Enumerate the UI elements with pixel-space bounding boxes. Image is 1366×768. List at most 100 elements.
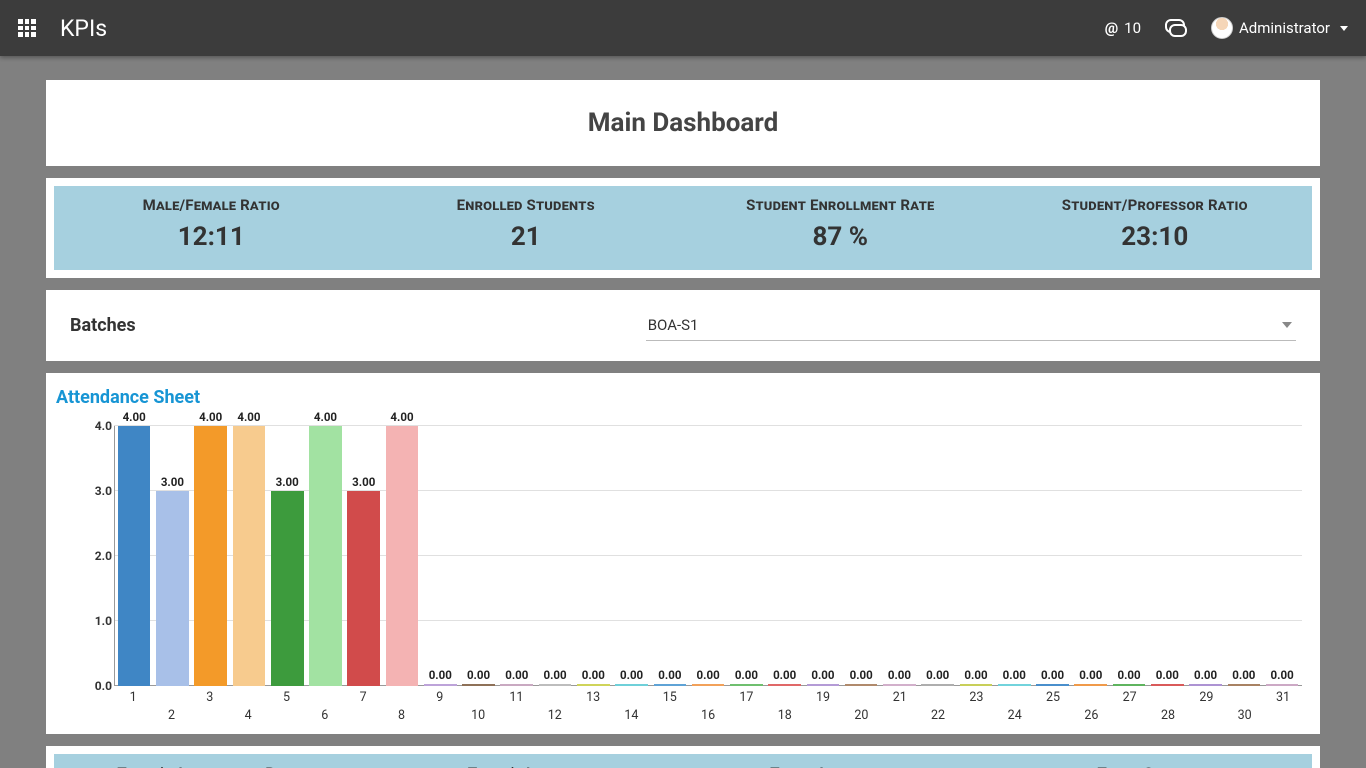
bar-slot: 0.00: [843, 668, 879, 686]
bar-value-label: 0.00: [773, 668, 796, 682]
kpi-label: Total Students: [1006, 764, 1305, 768]
batches-selected-value: BOA-S1: [648, 316, 699, 334]
bar: [194, 426, 227, 686]
bar-slot: 0.00: [1073, 668, 1109, 686]
x-tick: 11: [497, 686, 535, 726]
bar-value-label: 0.00: [620, 668, 643, 682]
bar-value-label: 0.00: [850, 668, 873, 682]
avatar: [1211, 17, 1233, 39]
bar-value-label: 4.00: [390, 410, 413, 424]
at-icon: @: [1105, 19, 1118, 37]
bar: [386, 426, 419, 686]
bar-value-label: 0.00: [926, 668, 949, 682]
bar-slot: 0.00: [958, 668, 994, 686]
bar-value-label: 3.00: [352, 475, 375, 489]
bar-value-label: 3.00: [276, 475, 299, 489]
x-tick: 29: [1187, 686, 1225, 726]
bar-slot: 0.00: [920, 668, 956, 686]
kpi-enrolled-students: Enrolled Students 21: [369, 186, 684, 270]
discuss-button[interactable]: [1165, 19, 1187, 37]
bar-slot: 3.00: [269, 475, 305, 686]
x-tick: 22: [919, 686, 957, 726]
bar-slot: 0.00: [1264, 668, 1300, 686]
bar-value-label: 0.00: [429, 668, 452, 682]
bar-value-label: 0.00: [888, 668, 911, 682]
y-tick: 1.0: [95, 614, 112, 628]
y-tick: 2.0: [95, 549, 112, 563]
user-name: Administrator: [1239, 19, 1330, 37]
kpi-student-professor-ratio: Student/Professor Ratio 23:10: [998, 186, 1313, 270]
batches-panel: Batches BOA-S1: [46, 290, 1320, 361]
x-tick: 12: [536, 686, 574, 726]
bar-value-label: 0.00: [1232, 668, 1255, 682]
bar-value-label: 0.00: [1003, 668, 1026, 682]
y-tick: 0.0: [95, 679, 112, 693]
bar-value-label: 4.00: [237, 410, 260, 424]
bar-value-label: 0.00: [467, 668, 490, 682]
bar-slot: 0.00: [575, 668, 611, 686]
kpi-label: Today's Attendance Ratio: [62, 764, 361, 768]
bar-slot: 0.00: [460, 668, 496, 686]
kpi-total-assignments: Total Assignments 2: [683, 754, 998, 768]
x-tick: 16: [689, 686, 727, 726]
user-menu[interactable]: Administrator: [1211, 17, 1348, 39]
topbar: KPIs @ 10 Administrator: [0, 0, 1366, 56]
kpi-value: 21: [377, 222, 676, 252]
bar-value-label: 0.00: [1041, 668, 1064, 682]
bar: [233, 426, 266, 686]
bar-slot: 0.00: [1187, 668, 1223, 686]
bar: [347, 491, 380, 686]
bar-slot: 0.00: [422, 668, 458, 686]
batches-select[interactable]: BOA-S1: [646, 310, 1296, 341]
bar-slot: 0.00: [690, 668, 726, 686]
bar-value-label: 0.00: [658, 668, 681, 682]
bar-value-label: 4.00: [199, 410, 222, 424]
bar-slot: 0.00: [1111, 668, 1147, 686]
kpi-today-attendance-ratio: Today's Attendance Ratio 0:0: [54, 754, 369, 768]
y-tick: 4.0: [95, 419, 112, 433]
bar-slot: 0.00: [613, 668, 649, 686]
bar-value-label: 0.00: [1194, 668, 1217, 682]
bar-slot: 4.00: [193, 410, 229, 686]
bar-slot: 0.00: [805, 668, 841, 686]
x-tick: 26: [1072, 686, 1110, 726]
attendance-chart: 0.01.02.03.04.0 4.003.004.004.003.004.00…: [114, 426, 1302, 686]
bar-slot: 0.00: [499, 668, 535, 686]
bar: [309, 426, 342, 686]
bar-slot: 0.00: [881, 668, 917, 686]
bar: [271, 491, 304, 686]
x-tick: 15: [651, 686, 689, 726]
bar-value-label: 0.00: [505, 668, 528, 682]
chevron-down-icon: [1282, 322, 1292, 328]
attendance-chart-panel: Attendance Sheet 0.01.02.03.04.0 4.003.0…: [46, 373, 1320, 734]
main-scroll-area[interactable]: Main Dashboard Male/Female Ratio 12:11 E…: [0, 56, 1366, 768]
chevron-down-icon: [1340, 26, 1348, 31]
x-tick: 2: [152, 686, 190, 726]
mentions-indicator[interactable]: @ 10: [1105, 19, 1141, 37]
bar-slot: 0.00: [652, 668, 688, 686]
bar-value-label: 0.00: [543, 668, 566, 682]
kpi-total-students: Total Students 5: [998, 754, 1313, 768]
apps-grid-icon[interactable]: [18, 19, 36, 37]
bar-value-label: 0.00: [1117, 668, 1140, 682]
bar-value-label: 0.00: [1271, 668, 1294, 682]
bar-slot: 0.00: [767, 668, 803, 686]
bar-value-label: 4.00: [314, 410, 337, 424]
kpi-male-female-ratio: Male/Female Ratio 12:11: [54, 186, 369, 270]
x-tick: 28: [1149, 686, 1187, 726]
kpi-value: 87 %: [691, 222, 990, 252]
x-tick: 7: [344, 686, 382, 726]
mentions-count: 10: [1124, 19, 1141, 37]
kpi-bottom-panel: Today's Attendance Ratio 0:0 Today's Lec…: [46, 746, 1320, 768]
kpi-top-stripe: Male/Female Ratio 12:11 Enrolled Student…: [54, 186, 1312, 270]
batches-label: Batches: [70, 315, 622, 336]
x-tick: 31: [1264, 686, 1302, 726]
bar-slot: 3.00: [346, 475, 382, 686]
x-tick: 19: [804, 686, 842, 726]
kpi-label: Student Enrollment Rate: [691, 196, 990, 222]
app-title: KPIs: [60, 15, 107, 42]
chat-icon: [1165, 19, 1187, 37]
x-tick: 8: [382, 686, 420, 726]
x-tick: 13: [574, 686, 612, 726]
bar-slot: 4.00: [384, 410, 420, 686]
